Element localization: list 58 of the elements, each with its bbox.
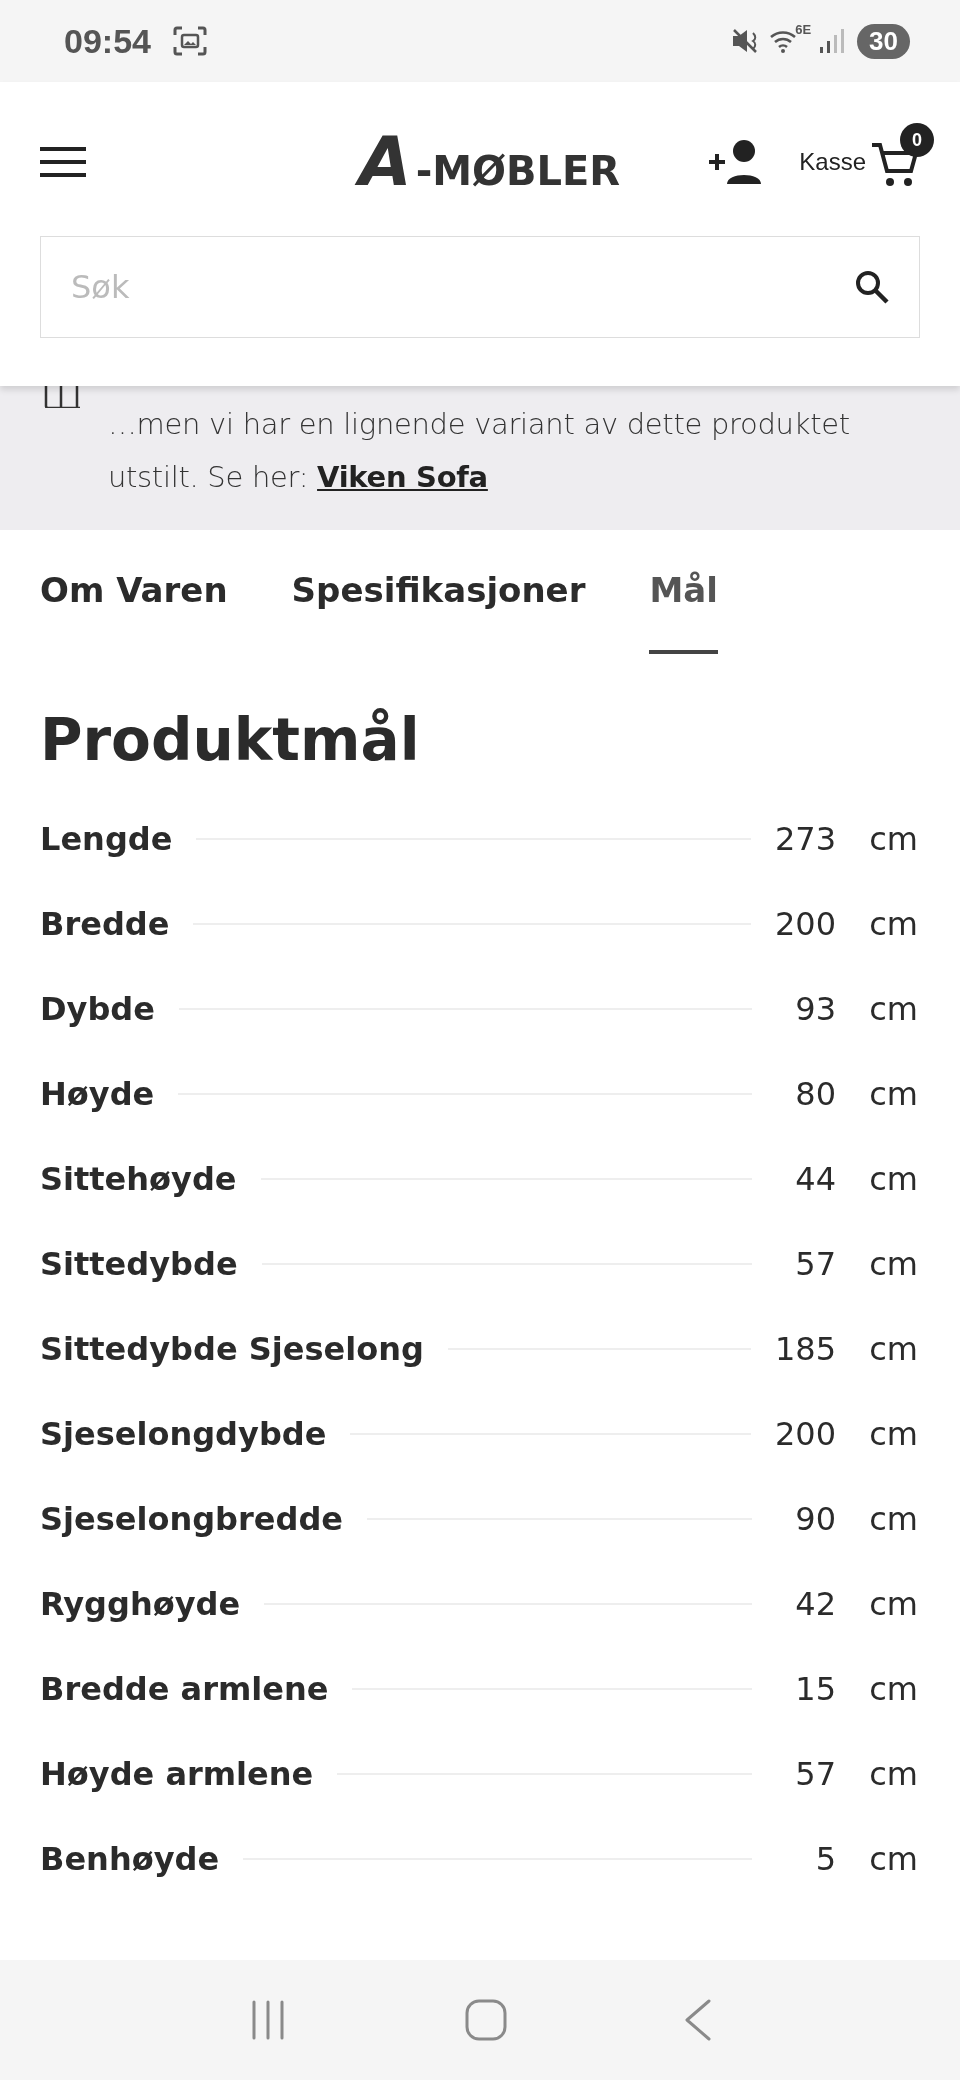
dimension-value: 93 — [794, 989, 836, 1028]
cart-label[interactable]: Kasse — [799, 148, 866, 176]
dimension-unit: cm — [868, 904, 918, 943]
tab[interactable]: Om Varen — [40, 570, 228, 654]
dimension-label: Høyde — [40, 1074, 155, 1113]
tab[interactable]: Mål — [649, 570, 718, 654]
dimension-label: Sjeselongdybde — [40, 1414, 327, 1453]
section-title: Produktmål — [40, 706, 421, 774]
dimension-unit: cm — [868, 1839, 918, 1878]
dimension-value: 185 — [774, 1329, 836, 1368]
battery-indicator: 30 — [857, 23, 910, 59]
dimension-unit: cm — [868, 1329, 918, 1368]
notice-text: …men vi har en lignende variant av dette produktet utstilt. Se her: Viken Sofa — [107, 406, 851, 496]
tab[interactable]: Spesifikasjoner — [291, 570, 586, 654]
dimension-value: 5 — [814, 1839, 836, 1878]
dimension-value: 200 — [774, 904, 836, 943]
dimension-label: Sittedybde Sjeselong — [40, 1329, 424, 1368]
dimension-unit: cm — [868, 1754, 918, 1793]
dimension-value: 200 — [774, 1414, 836, 1453]
dimension-label: Sjeselongbredde — [40, 1499, 343, 1538]
network-label: 6E — [795, 22, 812, 37]
dimension-label: Rygghøyde — [40, 1584, 241, 1623]
logo[interactable]: A-MØBLER — [351, 121, 629, 203]
dimension-value: 90 — [794, 1499, 836, 1538]
dimension-value: 44 — [794, 1159, 836, 1198]
screenshot-icon — [172, 26, 207, 56]
dimension-value: 273 — [774, 819, 836, 858]
menu-icon[interactable] — [40, 147, 86, 177]
dimension-value: 42 — [794, 1584, 836, 1623]
dimension-value: 15 — [794, 1669, 836, 1708]
dimension-unit: cm — [868, 989, 918, 1028]
dimension-label: Høyde armlene — [40, 1754, 314, 1793]
dimension-unit: cm — [868, 819, 918, 858]
dimension-unit: cm — [868, 1244, 918, 1283]
dimension-value: 57 — [794, 1244, 836, 1283]
dimension-unit: cm — [868, 1499, 918, 1538]
dimension-value: 80 — [794, 1074, 836, 1113]
search-field[interactable]: Søk — [40, 236, 920, 338]
dimension-unit: cm — [868, 1414, 918, 1453]
dimension-label: Lengde — [40, 819, 173, 858]
product-link[interactable]: Viken Sofa — [317, 460, 488, 494]
signal-icon — [819, 27, 846, 55]
dimension-unit: cm — [868, 1159, 918, 1198]
cart-count-badge: 0 — [900, 123, 934, 157]
dimension-label: Sittedybde — [40, 1244, 238, 1283]
dimension-unit: cm — [868, 1074, 918, 1113]
dimension-label: Bredde armlene — [40, 1669, 329, 1708]
dimension-label: Benhøyde — [40, 1839, 220, 1878]
home-icon[interactable] — [465, 1999, 507, 2041]
dimension-unit: cm — [868, 1669, 918, 1708]
back-icon[interactable] — [683, 1999, 712, 2041]
status-time: 09:54 — [64, 21, 151, 61]
dimension-label: Bredde — [40, 904, 170, 943]
dimension-label: Sittehøyde — [40, 1159, 237, 1198]
dimension-label: Dybde — [40, 989, 155, 1028]
search-icon[interactable] — [854, 269, 890, 305]
dimension-value: 57 — [794, 1754, 836, 1793]
dimension-unit: cm — [868, 1584, 918, 1623]
